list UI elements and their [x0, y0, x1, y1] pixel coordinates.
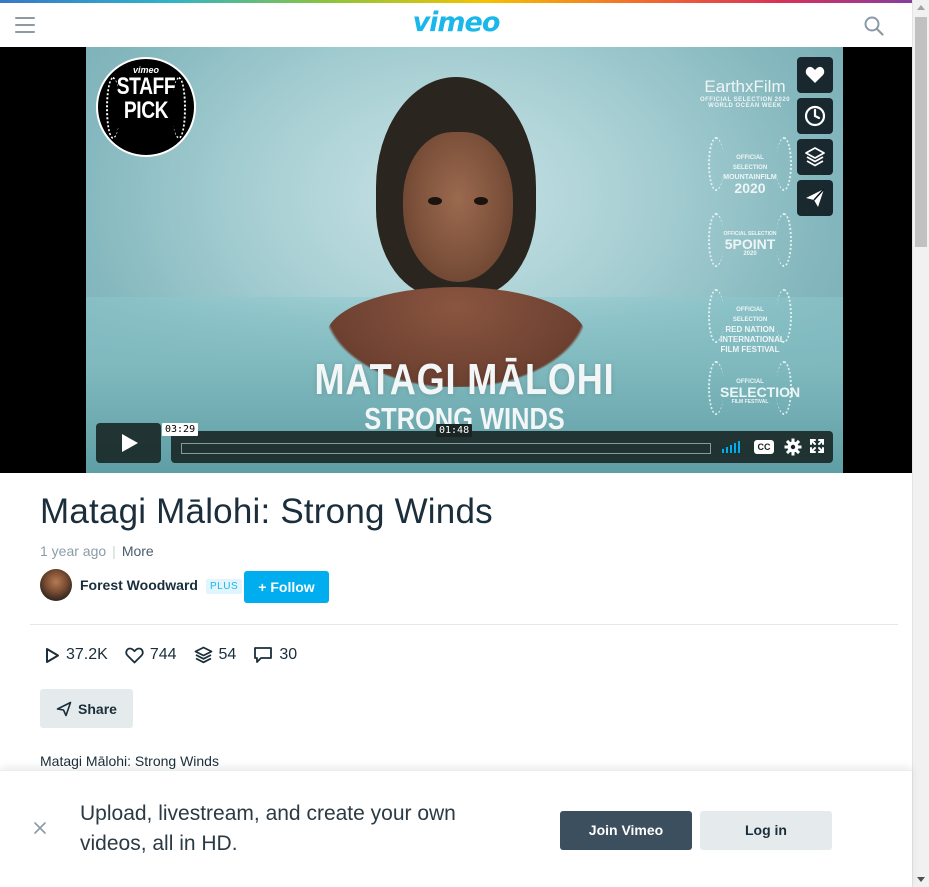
owner-avatar[interactable]	[40, 569, 72, 601]
comments-count: 30	[279, 646, 298, 663]
heart-icon	[805, 66, 825, 83]
fullscreen-icon[interactable]	[809, 438, 825, 454]
festival-line: 5POINT	[724, 236, 776, 252]
video-description: Matagi Mālohi: Strong Winds	[40, 753, 219, 769]
video-stats: 37.2K 744 54 30	[44, 645, 314, 665]
like-button[interactable]	[797, 57, 833, 93]
plays-stat[interactable]: 37.2K	[44, 646, 108, 664]
heart-outline-icon	[125, 647, 144, 663]
video-meta: 1 year ago | More	[40, 543, 154, 559]
clock-icon	[804, 105, 826, 127]
play-button[interactable]	[96, 423, 161, 463]
likes-count: 744	[149, 646, 177, 663]
festival-laurel-earthx: EarthxFilm OFFICIAL SELECTION 2020 WORLD…	[680, 77, 810, 109]
close-icon[interactable]	[33, 821, 47, 835]
staff-pick-line2: PICK	[123, 97, 169, 124]
festival-name: EarthxFilm	[704, 77, 786, 96]
meta-separator: |	[112, 543, 116, 559]
play-outline-icon	[46, 647, 59, 663]
collections-count: 54	[218, 646, 237, 663]
section-divider	[30, 624, 898, 625]
vimeo-logo[interactable]: vimeo	[0, 7, 912, 38]
festival-line: RED NATION INTERNATIONAL FILM FESTIVAL	[720, 325, 785, 354]
festival-laurel-mountainfilm: OFFICIAL SELECTION MOUNTAINFILM 2020	[700, 135, 800, 195]
scroll-up-arrow-icon[interactable]	[917, 5, 925, 10]
paper-plane-outline-icon	[56, 701, 72, 716]
video-duration: 03:29	[162, 423, 199, 436]
poster-subject-eye	[474, 197, 488, 205]
festival-laurel-official-selection: OFFICIAL SELECTION FILM FESTIVAL	[700, 359, 800, 419]
watch-later-button[interactable]	[797, 98, 833, 134]
poster-title: MATAGI MĀLOHI	[314, 355, 615, 404]
play-icon	[122, 434, 138, 452]
top-navigation-bar: vimeo	[0, 3, 912, 47]
owner-name-link[interactable]: Forest Woodward	[80, 577, 198, 593]
share-video-button[interactable]	[797, 180, 833, 216]
scroll-down-arrow-icon[interactable]	[917, 877, 925, 882]
layers-icon	[805, 147, 825, 167]
staff-pick-badge: vimeo STAFF PICK	[96, 57, 196, 157]
comment-bubble-icon	[254, 647, 273, 663]
comments-stat[interactable]: 30	[253, 646, 297, 664]
festival-line: OFFICIAL SELECTION	[732, 155, 768, 171]
collections-stat[interactable]: 54	[194, 646, 237, 664]
video-title: Matagi Mālohi: Strong Winds	[40, 492, 493, 531]
festival-sub: WORLD OCEAN WEEK	[708, 103, 782, 109]
festival-laurel-red-nation: OFFICIAL SELECTION RED NATION INTERNATIO…	[700, 287, 800, 354]
poster-subject-face	[403, 132, 513, 282]
upload-age: 1 year ago	[40, 543, 107, 559]
share-button[interactable]: Share	[40, 689, 133, 728]
add-to-collection-button[interactable]	[797, 139, 833, 175]
plus-badge: PLUS	[206, 579, 243, 594]
signup-banner: Upload, livestream, and create your own …	[0, 770, 912, 887]
scrollbar-thumb[interactable]	[915, 17, 927, 247]
festival-laurel-5point: OFFICIAL SELECTION 5POINT 2020	[700, 211, 800, 271]
hover-timestamp: 01:48	[436, 424, 473, 437]
player-control-bar: CC	[171, 431, 833, 463]
festival-line: SELECTION	[720, 384, 801, 400]
log-in-button[interactable]: Log in	[700, 811, 832, 850]
volume-icon[interactable]	[722, 441, 744, 453]
banner-message: Upload, livestream, and create your own …	[80, 802, 456, 855]
poster-subject-eye	[428, 197, 442, 205]
share-label: Share	[78, 700, 117, 717]
paper-plane-icon	[806, 188, 825, 207]
festival-line: 2020	[734, 180, 766, 196]
progress-bar[interactable]	[181, 443, 711, 454]
join-vimeo-button[interactable]: Join Vimeo	[560, 811, 692, 850]
follow-button[interactable]: + Follow	[244, 571, 329, 603]
settings-gear-icon[interactable]	[784, 438, 802, 456]
page-scrollbar[interactable]	[912, 0, 929, 887]
festival-line: OFFICIAL SELECTION	[732, 307, 768, 323]
staff-pick-line1: STAFF	[116, 73, 176, 100]
closed-captions-icon[interactable]: CC	[754, 440, 774, 454]
more-link[interactable]: More	[122, 543, 154, 559]
plays-count: 37.2K	[66, 646, 108, 663]
layers-outline-icon	[194, 646, 212, 664]
likes-stat[interactable]: 744	[125, 646, 177, 664]
search-icon[interactable]	[864, 16, 884, 36]
video-player[interactable]: MATAGI MĀLOHI STRONG WINDS vimeo STAFF P…	[0, 47, 912, 473]
